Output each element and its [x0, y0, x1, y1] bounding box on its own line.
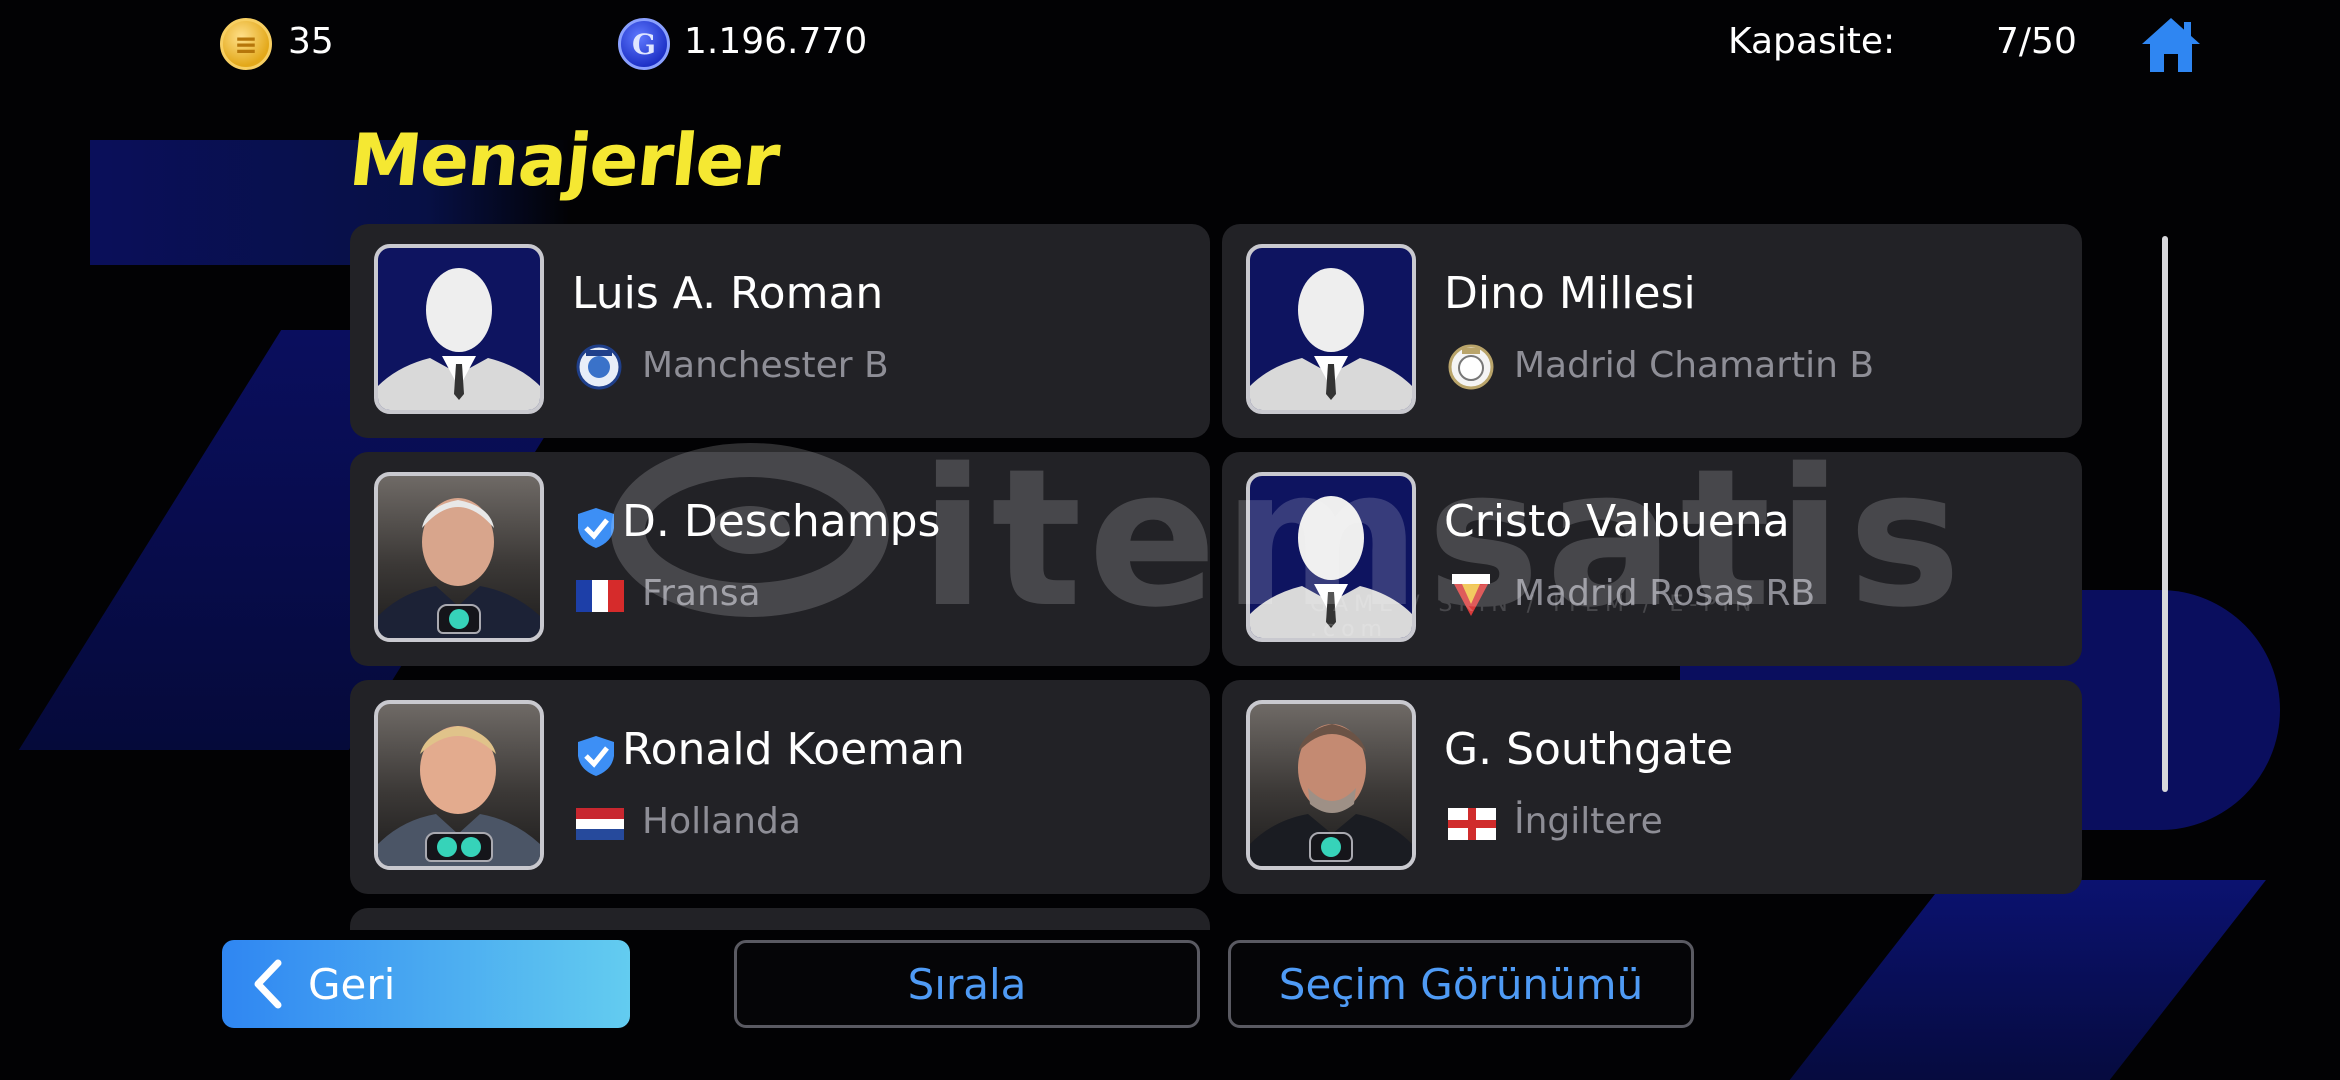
gp-icon: G [618, 18, 670, 70]
ecoin-icon: ≡ [220, 18, 272, 70]
manager-name: Ronald Koeman [622, 724, 965, 775]
badge-icon [461, 837, 481, 857]
capacity-label: Kapasite: [1728, 21, 1896, 62]
manager-card[interactable]: Luis A. Roman Manchester B [350, 224, 1210, 438]
manager-team: Madrid Rosas RB [1514, 573, 1816, 614]
manager-avatar-silhouette [1246, 472, 1416, 642]
manager-name: Dino Millesi [1444, 268, 1696, 319]
club-crest-icon [1448, 344, 1494, 390]
manager-avatar-silhouette [1246, 244, 1416, 414]
manager-team: İngiltere [1514, 801, 1663, 842]
manager-photo [1246, 700, 1416, 870]
badge-bar [425, 832, 493, 862]
sort-button[interactable]: Sırala [734, 940, 1200, 1028]
manager-name: D. Deschamps [622, 496, 941, 547]
home-icon[interactable] [2138, 14, 2204, 76]
manager-team: Hollanda [642, 801, 801, 842]
manager-team: Manchester B [642, 345, 889, 386]
france-flag-icon [576, 580, 624, 612]
badge-icon [437, 837, 457, 857]
scrollbar[interactable] [2162, 236, 2168, 792]
england-flag-icon [1448, 808, 1496, 840]
verified-shield-icon [576, 734, 616, 778]
manager-name: G. Southgate [1444, 724, 1734, 775]
manager-card[interactable]: G. Southgate İngiltere [1222, 680, 2082, 894]
badge-icon [449, 609, 469, 629]
manager-card[interactable]: Ronald Koeman Hollanda [350, 680, 1210, 894]
capacity-value: 7/50 [1996, 21, 2077, 62]
chevron-left-icon [254, 959, 282, 1009]
manager-card[interactable]: Dino Millesi Madrid Chamartin B [1222, 224, 2082, 438]
selection-view-button[interactable]: Seçim Görünümü [1228, 940, 1694, 1028]
manager-team: Madrid Chamartin B [1514, 345, 1875, 386]
club-crest-icon [576, 344, 622, 390]
manager-card[interactable]: Cristo Valbuena Madrid Rosas RB [1222, 452, 2082, 666]
badge-bar [437, 604, 481, 634]
manager-card-partial[interactable] [350, 908, 1210, 930]
manager-photo [374, 700, 544, 870]
manager-photo [374, 472, 544, 642]
manager-avatar-silhouette [374, 244, 544, 414]
gp-count: 1.196.770 [684, 21, 868, 62]
selection-view-button-label: Seçim Görünümü [1278, 959, 1644, 1009]
manager-team: Fransa [642, 573, 761, 614]
manager-name: Luis A. Roman [572, 268, 884, 319]
top-bar: ≡ 35 G 1.196.770 Kapasite: 7/50 [0, 0, 2340, 90]
badge-bar [1309, 832, 1353, 862]
back-button[interactable]: Geri [222, 940, 630, 1028]
page-title: Menajerler [345, 118, 783, 202]
verified-shield-icon [576, 506, 616, 550]
netherlands-flag-icon [576, 808, 624, 840]
back-button-label: Geri [308, 959, 396, 1009]
coins-count: 35 [288, 21, 334, 62]
sort-button-label: Sırala [907, 959, 1027, 1009]
manager-card[interactable]: D. Deschamps Fransa [350, 452, 1210, 666]
manager-name: Cristo Valbuena [1444, 496, 1790, 547]
club-crest-icon [1448, 572, 1494, 618]
badge-icon [1321, 837, 1341, 857]
